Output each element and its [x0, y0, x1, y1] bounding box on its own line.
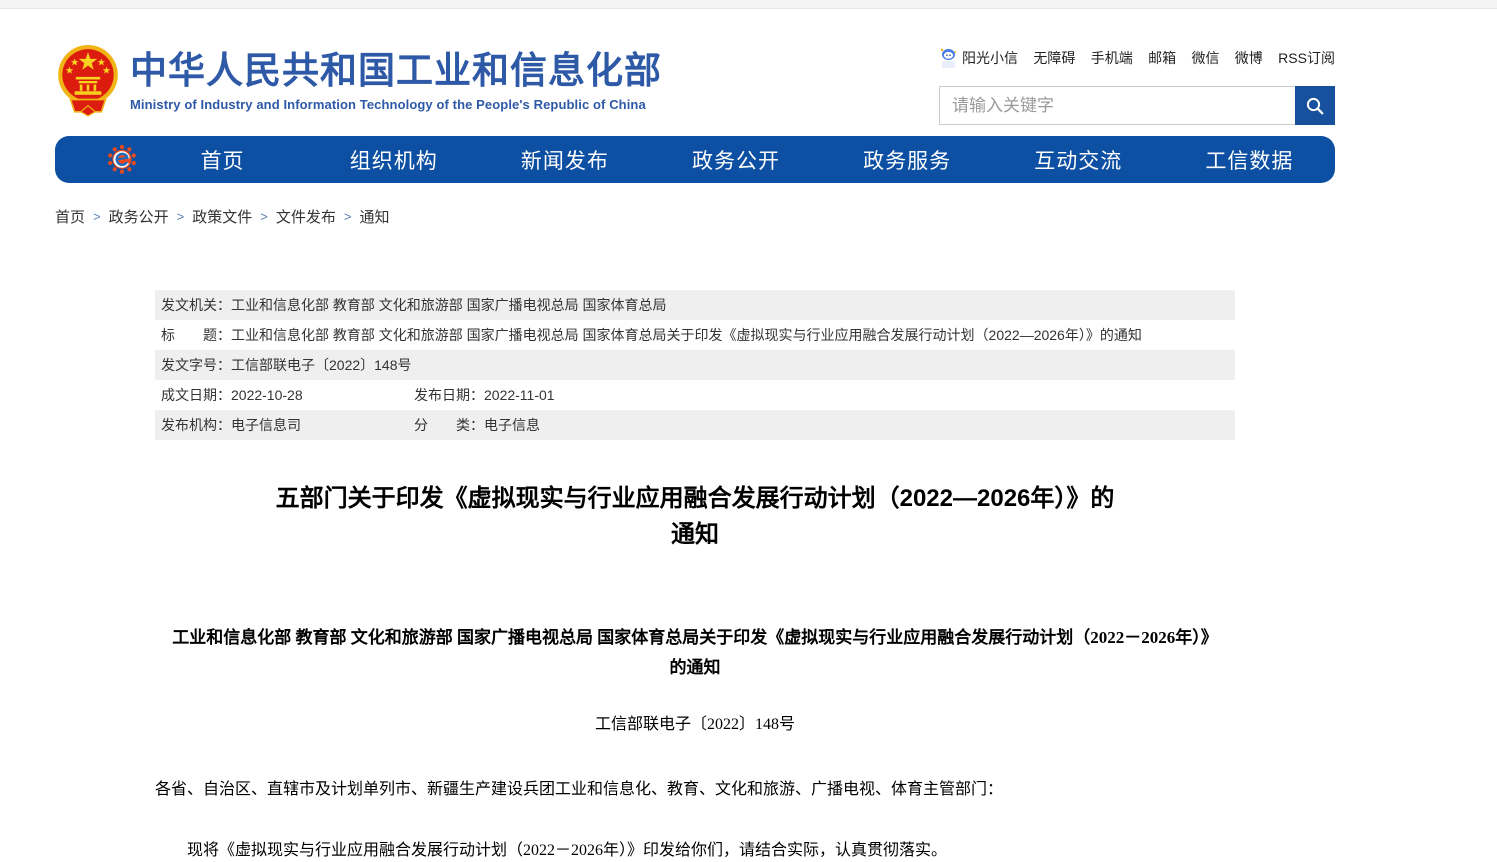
breadcrumb-separator: > [344, 209, 352, 224]
article-doc-number: 工信部联电子〔2022〕148号 [155, 710, 1235, 734]
breadcrumb: 首页 > 政务公开 > 政策文件 > 文件发布 > 通知 [55, 206, 1335, 227]
breadcrumb-separator: > [93, 209, 101, 224]
link-weibo[interactable]: 微博 [1235, 48, 1263, 68]
search-bar [939, 86, 1335, 125]
article-title-line-1: 五部门关于印发《虚拟现实与行业应用融合发展行动计划（2022—2026年）》的 [155, 481, 1235, 517]
link-rss[interactable]: RSS订阅 [1278, 48, 1335, 68]
ministry-title-en: Ministry of Industry and Information Tec… [130, 97, 662, 112]
breadcrumb-notice[interactable]: 通知 [359, 206, 389, 227]
site-brand[interactable]: 中华人民共和国工业和信息化部 Ministry of Industry and … [55, 44, 662, 118]
meta-value: 2022-10-28 [231, 380, 303, 410]
link-sunshine-assistant-label: 阳光小信 [962, 48, 1018, 68]
article-subtitle-line-2: 的通知 [155, 653, 1235, 683]
meta-value: 电子信息司 [231, 410, 301, 440]
nav-items: 首页 组织机构 新闻发布 政务公开 政务服务 互动交流 工信数据 [137, 145, 1335, 175]
meta-value: 工信部联电子〔2022〕148号 [231, 350, 412, 380]
sunshine-assistant-icon [939, 47, 958, 69]
link-mail[interactable]: 邮箱 [1148, 48, 1176, 68]
breadcrumb-separator: > [177, 209, 185, 224]
meta-pair-category: 分 类： 电子信息 [414, 410, 540, 440]
meta-pair-publish-date: 发布日期： 2022-11-01 [414, 380, 555, 410]
header-right: 阳光小信 无障碍 手机端 邮箱 微信 微博 RSS订阅 [939, 44, 1335, 125]
meta-value: 工业和信息化部 教育部 文化和旅游部 国家广播电视总局 国家体育总局关于印发《虚… [231, 320, 1142, 350]
search-button[interactable] [1295, 86, 1335, 125]
nav-item-interaction[interactable]: 互动交流 [993, 145, 1164, 175]
meta-row-doc-number: 发文字号： 工信部联电子〔2022〕148号 [155, 350, 1235, 380]
article-subtitle-line-1: 工业和信息化部 教育部 文化和旅游部 国家广播电视总局 国家体育总局关于印发《虚… [155, 623, 1235, 653]
meta-pair-written-date: 成文日期： 2022-10-28 [161, 380, 414, 410]
link-wechat[interactable]: 微信 [1191, 48, 1219, 68]
meta-label: 分 类： [414, 410, 484, 440]
link-mobile[interactable]: 手机端 [1091, 48, 1133, 68]
article-paragraph-instruction: 现将《虚拟现实与行业应用融合发展行动计划（2022－2026年）》印发给你们，请… [155, 841, 1235, 861]
miit-gear-icon [107, 144, 137, 176]
search-input[interactable] [940, 87, 1295, 124]
nav-item-gov-disclosure[interactable]: 政务公开 [650, 145, 821, 175]
national-emblem-icon [55, 44, 121, 118]
breadcrumb-separator: > [260, 209, 268, 224]
breadcrumb-policy-documents[interactable]: 政策文件 [192, 206, 252, 227]
meta-row-issuing-authority: 发文机关： 工业和信息化部 教育部 文化和旅游部 国家广播电视总局 国家体育总局 [155, 290, 1235, 320]
ministry-title-cn: 中华人民共和国工业和信息化部 [130, 52, 662, 91]
article-paragraph-recipients: 各省、自治区、直辖市及计划单列市、新疆生产建设兵团工业和信息化、教育、文化和旅游… [155, 780, 1235, 800]
link-sunshine-assistant[interactable]: 阳光小信 [939, 47, 1018, 69]
nav-item-organization[interactable]: 组织机构 [308, 145, 479, 175]
link-accessibility[interactable]: 无障碍 [1033, 48, 1075, 68]
brand-text: 中华人民共和国工业和信息化部 Ministry of Industry and … [130, 44, 662, 112]
article-content: 发文机关： 工业和信息化部 教育部 文化和旅游部 国家广播电视总局 国家体育总局… [55, 290, 1335, 861]
meta-row-title: 标 题： 工业和信息化部 教育部 文化和旅游部 国家广播电视总局 国家体育总局关… [155, 320, 1235, 350]
meta-value: 2022-11-01 [484, 380, 555, 410]
meta-value: 电子信息 [484, 410, 540, 440]
top-utility-bar [0, 0, 1497, 9]
article-title-line-2: 通知 [155, 517, 1235, 553]
quick-links: 阳光小信 无障碍 手机端 邮箱 微信 微博 RSS订阅 [939, 47, 1335, 69]
breadcrumb-home[interactable]: 首页 [55, 206, 85, 227]
article-title: 五部门关于印发《虚拟现实与行业应用融合发展行动计划（2022—2026年）》的 … [155, 481, 1235, 553]
meta-label: 成文日期： [161, 380, 231, 410]
site-header: 中华人民共和国工业和信息化部 Ministry of Industry and … [55, 9, 1335, 125]
meta-label: 发布机构： [161, 410, 231, 440]
meta-value: 工业和信息化部 教育部 文化和旅游部 国家广播电视总局 国家体育总局 [231, 290, 667, 320]
meta-label: 发文字号： [161, 350, 231, 380]
meta-label: 发布日期： [414, 380, 484, 410]
breadcrumb-gov-disclosure[interactable]: 政务公开 [109, 206, 169, 227]
nav-item-news[interactable]: 新闻发布 [479, 145, 650, 175]
nav-item-gov-services[interactable]: 政务服务 [822, 145, 993, 175]
meta-label: 发文机关： [161, 290, 231, 320]
document-meta-table: 发文机关： 工业和信息化部 教育部 文化和旅游部 国家广播电视总局 国家体育总局… [155, 290, 1235, 440]
meta-row-publisher-category: 发布机构： 电子信息司 分 类： 电子信息 [155, 410, 1235, 440]
article-body: 五部门关于印发《虚拟现实与行业应用融合发展行动计划（2022—2026年）》的 … [155, 481, 1235, 861]
nav-item-home[interactable]: 首页 [137, 145, 308, 175]
nav-item-miit-data[interactable]: 工信数据 [1164, 145, 1335, 175]
meta-pair-publisher: 发布机构： 电子信息司 [161, 410, 414, 440]
article-subtitle: 工业和信息化部 教育部 文化和旅游部 国家广播电视总局 国家体育总局关于印发《虚… [155, 623, 1235, 683]
main-nav: 首页 组织机构 新闻发布 政务公开 政务服务 互动交流 工信数据 [55, 136, 1335, 183]
search-icon [1305, 96, 1325, 116]
breadcrumb-document-release[interactable]: 文件发布 [276, 206, 336, 227]
meta-label: 标 题： [161, 320, 231, 350]
meta-row-dates: 成文日期： 2022-10-28 发布日期： 2022-11-01 [155, 380, 1235, 410]
